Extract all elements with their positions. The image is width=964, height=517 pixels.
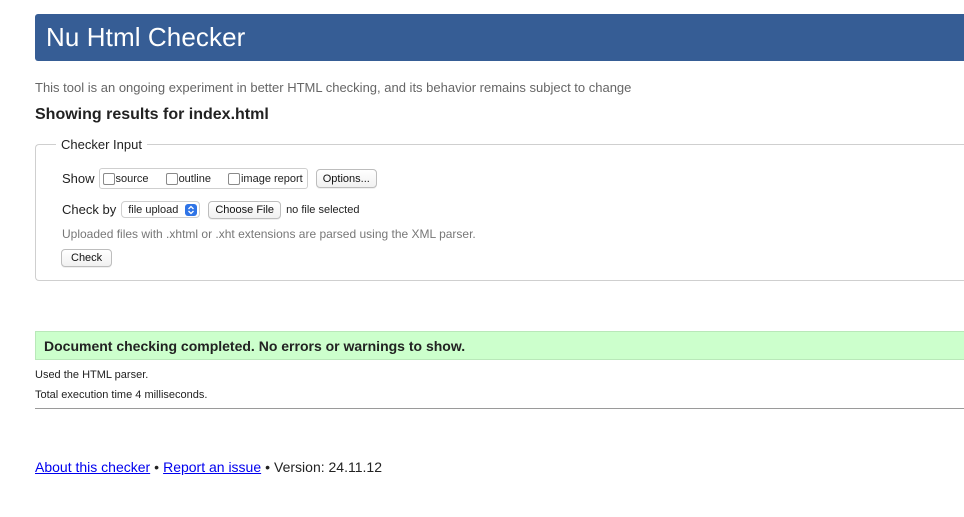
divider (35, 408, 964, 409)
source-checkbox-label: source (115, 172, 149, 185)
about-checker-link[interactable]: About this checker (35, 459, 150, 475)
page-title: Nu Html Checker (46, 22, 246, 52)
image-report-checkbox-label: image report (240, 172, 303, 185)
report-issue-link[interactable]: Report an issue (163, 459, 261, 475)
show-options-row: Show source outline image report Options… (62, 168, 377, 189)
show-label: Show (62, 171, 95, 186)
choose-file-button[interactable]: Choose File (208, 200, 282, 219)
show-options-group: source outline image report (98, 168, 308, 189)
file-status: no file selected (286, 203, 360, 216)
xml-parser-note: Uploaded files with .xhtml or .xht exten… (62, 227, 476, 241)
footer-separator: • (154, 459, 160, 475)
results-heading: Showing results for index.html (35, 106, 269, 123)
parser-used-note: Used the HTML parser. (35, 369, 149, 381)
image-report-checkbox[interactable] (227, 172, 240, 185)
footer: About this checker • Report an issue • Versi… (35, 459, 382, 475)
show-outline-option[interactable]: outline (165, 172, 211, 185)
source-checkbox[interactable] (102, 172, 115, 185)
version-text: Version: 24.11.12 (274, 459, 382, 475)
outline-checkbox-label: outline (178, 172, 211, 185)
checker-input-legend: Checker Input (61, 137, 142, 152)
footer-separator-2: • (265, 459, 271, 475)
outline-checkbox[interactable] (165, 172, 178, 185)
show-source-option[interactable]: source (102, 172, 149, 185)
check-by-label: Check by (62, 202, 117, 217)
check-button[interactable]: Check (61, 249, 113, 267)
tool-description: This tool is an ongoing experiment in be… (35, 80, 632, 95)
success-message-box: Document checking completed. No errors o… (35, 331, 964, 360)
success-message: Document checking completed. No errors o… (44, 337, 466, 354)
check-by-selected-value: file upload (128, 203, 179, 216)
check-button-wrapper: Check (61, 248, 113, 267)
check-by-select[interactable]: file upload (121, 201, 201, 218)
show-image-report-option[interactable]: image report (227, 172, 303, 185)
execution-time: Total execution time 4 milliseconds. (35, 389, 208, 401)
check-by-row: Check by file upload Choose File no file… (62, 200, 359, 219)
options-button[interactable]: Options... (315, 169, 377, 188)
select-stepper-icon (185, 203, 198, 216)
header-banner: Nu Html Checker (35, 14, 964, 61)
